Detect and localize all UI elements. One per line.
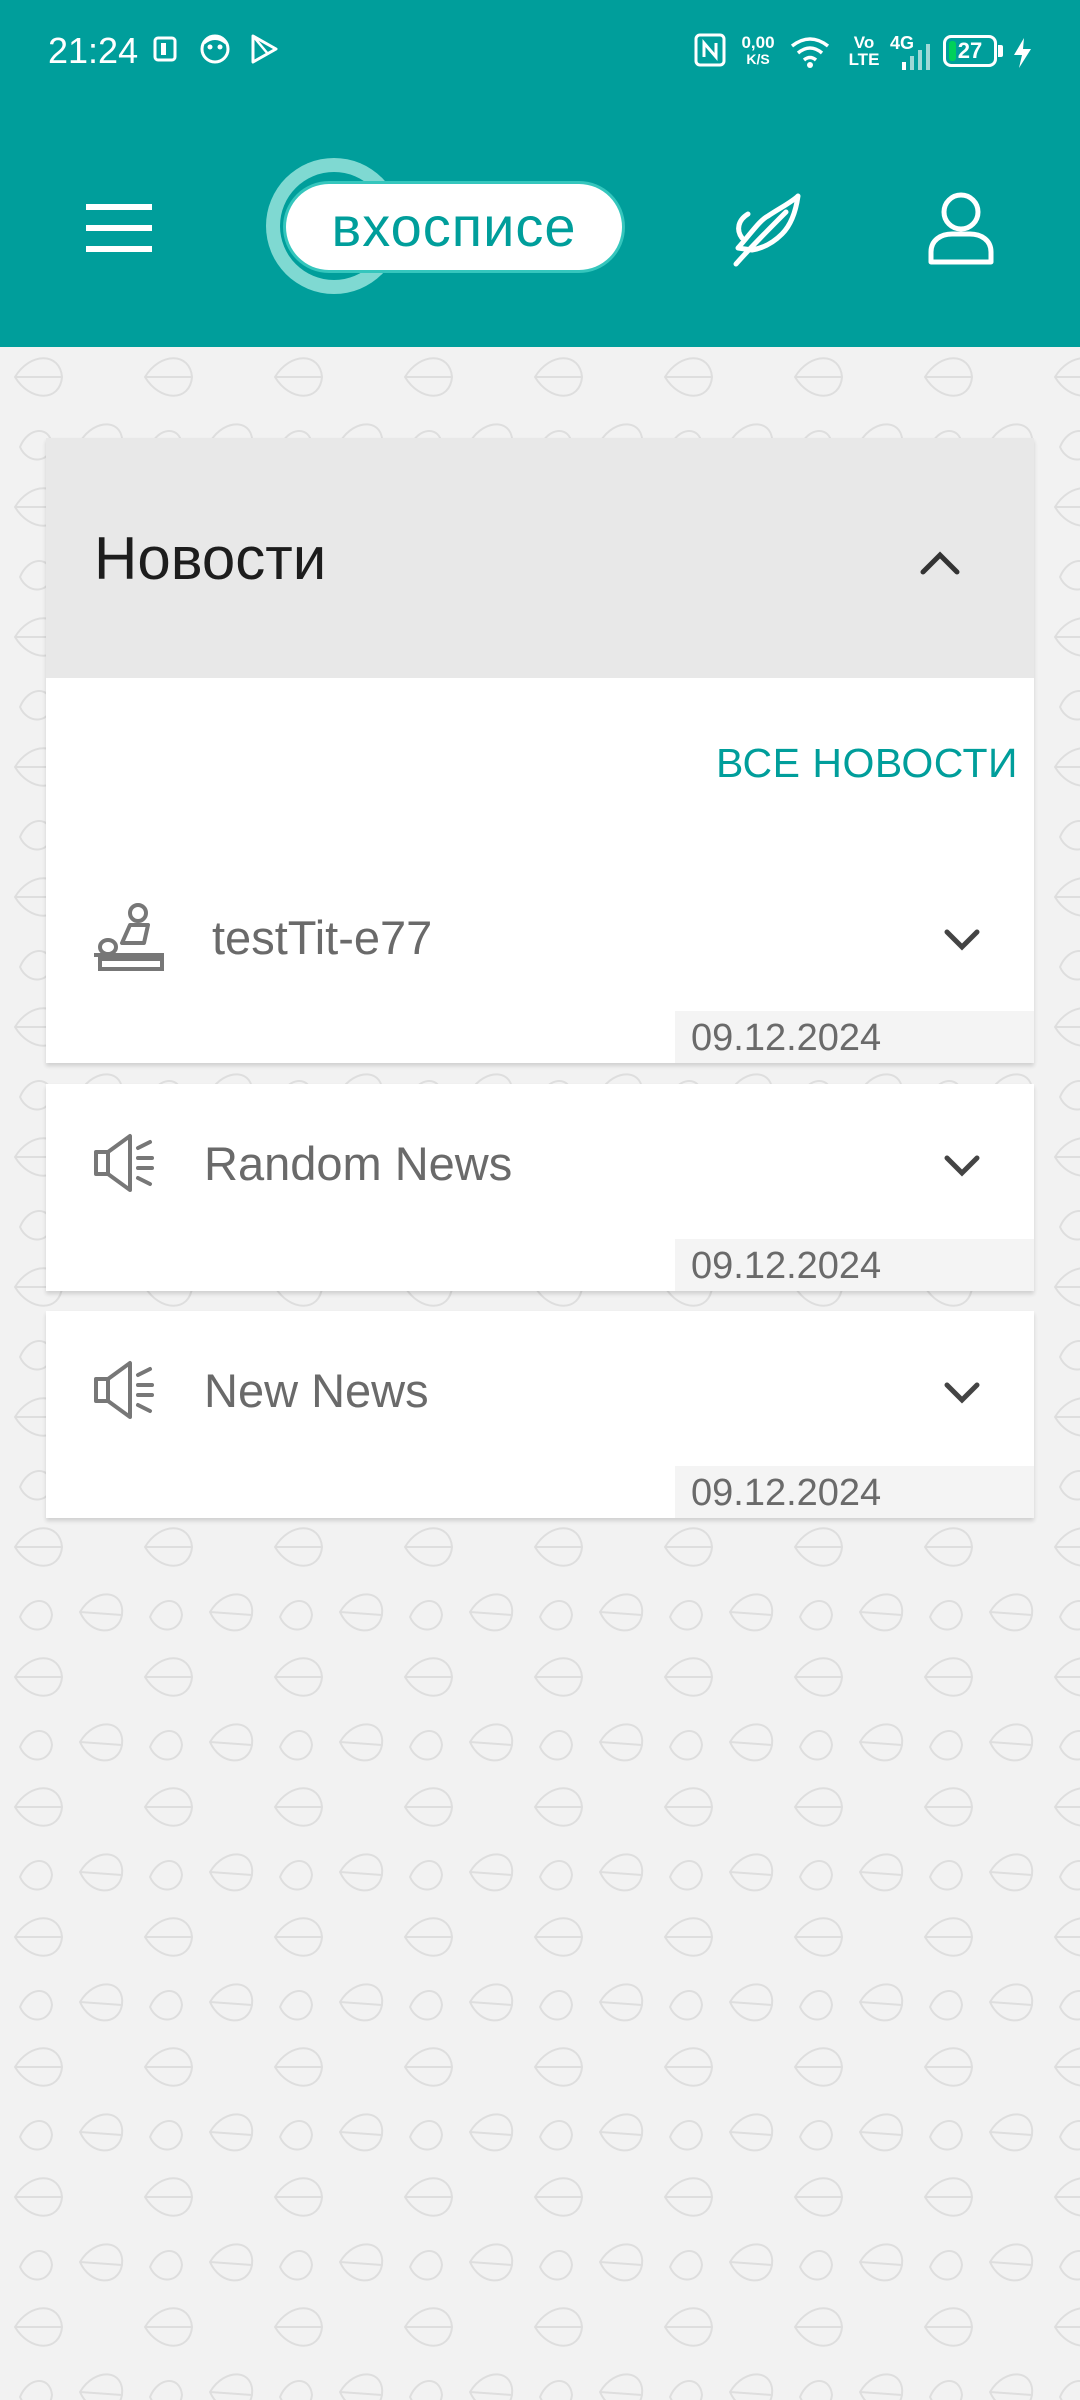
megaphone-icon [94,1134,154,1192]
logo-text: вхосписе [331,195,577,258]
play-store-icon [251,34,278,64]
volte-top: Vo [853,33,875,52]
all-news-link[interactable]: ВСЕ НОВОСТИ [716,740,1018,787]
net-speed: 0,00 K/S [736,34,780,68]
battery-percent: 27 [957,38,983,63]
signal-icon [902,44,930,70]
user-icon[interactable] [926,190,996,266]
news-item[interactable]: Random News 09.12.2024 [46,1084,1034,1291]
megaphone-icon [94,1361,154,1419]
news-section-title: Новости [94,525,327,592]
app-logo[interactable]: вхосписе [266,158,626,294]
news-item[interactable]: testTit-e77 09.12.2024 [46,858,1034,1063]
news-item-date-chip: 09.12.2024 [675,1011,1034,1063]
news-section-header[interactable]: Новости [46,438,1034,678]
app-header: 21:24 0,00 K/S Vo LTE 4G 27 вхосписе [0,0,1080,347]
notification-app-icon [153,36,177,62]
volte-indicator: Vo LTE [846,34,882,68]
news-item-date: 09.12.2024 [691,1472,882,1514]
massage-icon [94,903,164,971]
news-item-date: 09.12.2024 [691,1245,882,1287]
status-time: 21:24 [48,30,139,71]
net-speed-value: 0,00 [741,33,775,52]
chevron-down-icon[interactable] [942,926,982,954]
charging-icon [1014,38,1031,68]
news-item[interactable]: New News 09.12.2024 [46,1311,1034,1518]
chevron-down-icon[interactable] [942,1152,982,1180]
volte-bottom: LTE [848,50,880,69]
chevron-up-icon[interactable] [918,548,962,576]
net-speed-unit: K/S [746,51,770,67]
news-item-title: New News [204,1364,429,1417]
news-item-date-chip: 09.12.2024 [675,1466,1034,1518]
notification-face-icon [200,34,230,64]
feather-icon[interactable] [730,190,806,268]
news-item-title: Random News [204,1137,513,1190]
news-item-date-chip: 09.12.2024 [675,1239,1034,1291]
chevron-down-icon[interactable] [942,1379,982,1407]
news-item-title: testTit-e77 [212,911,433,964]
nfc-icon [694,33,726,67]
status-bar: 21:24 0,00 K/S Vo LTE 4G 27 [0,0,1080,110]
battery-nub [998,45,1003,57]
news-item-date: 09.12.2024 [691,1017,882,1059]
menu-icon[interactable] [84,200,154,256]
wifi-icon [790,37,830,68]
battery-icon: 27 [943,35,997,67]
